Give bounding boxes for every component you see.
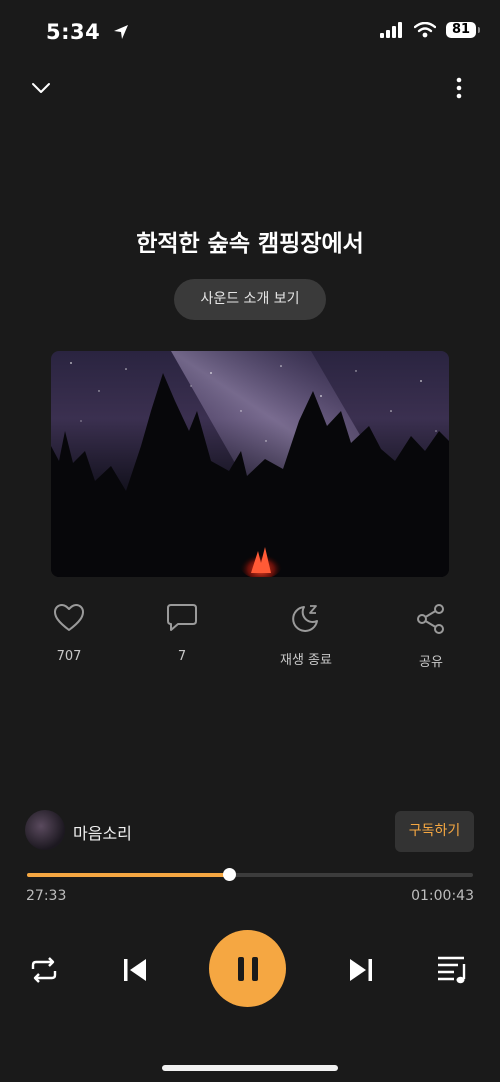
- progress-thumb[interactable]: [223, 868, 236, 881]
- status-time: 5:34: [46, 20, 130, 44]
- pause-button[interactable]: [209, 930, 286, 1007]
- more-vertical-icon[interactable]: [452, 76, 466, 100]
- wifi-icon: [414, 22, 436, 38]
- playlist-icon[interactable]: [436, 954, 470, 986]
- subscribe-button[interactable]: 구독하기: [395, 811, 474, 852]
- location-arrow-icon: [114, 25, 129, 39]
- comment-icon: [167, 604, 197, 631]
- elapsed-time: 27:33: [26, 888, 67, 904]
- night-forest-image: [51, 351, 449, 577]
- total-time: 01:00:43: [411, 888, 474, 904]
- comment-action[interactable]: 7: [132, 603, 232, 664]
- repeat-icon[interactable]: [29, 955, 59, 985]
- previous-track-icon[interactable]: [120, 955, 150, 985]
- cellular-signal-icon: [380, 22, 402, 38]
- battery-indicator: 81: [446, 22, 480, 38]
- progress-fill: [27, 873, 229, 877]
- pause-icon: [237, 956, 258, 981]
- channel-name[interactable]: 마음소리: [73, 820, 132, 844]
- sleep-timer-icon: [292, 605, 318, 632]
- status-indicators: 81: [380, 22, 480, 38]
- comment-count: 7: [177, 649, 187, 664]
- sleep-timer-label: 재생 종료: [280, 653, 332, 668]
- cover-artwork: [51, 351, 449, 577]
- share-label: 공유: [419, 655, 443, 670]
- home-indicator: [162, 1065, 338, 1071]
- share-action[interactable]: 공유: [381, 603, 481, 670]
- share-icon: [417, 604, 444, 634]
- next-track-icon[interactable]: [346, 955, 376, 985]
- chevron-down-icon[interactable]: [30, 80, 52, 96]
- like-action[interactable]: 707: [19, 603, 119, 664]
- heart-icon: [54, 604, 84, 631]
- like-count: 707: [56, 649, 82, 664]
- sound-intro-button[interactable]: 사운드 소개 보기: [174, 279, 326, 320]
- sleep-timer-action[interactable]: 재생 종료: [256, 603, 356, 668]
- sound-title: 한적한 숲속 캠핑장에서: [136, 231, 364, 257]
- channel-avatar[interactable]: [25, 810, 65, 850]
